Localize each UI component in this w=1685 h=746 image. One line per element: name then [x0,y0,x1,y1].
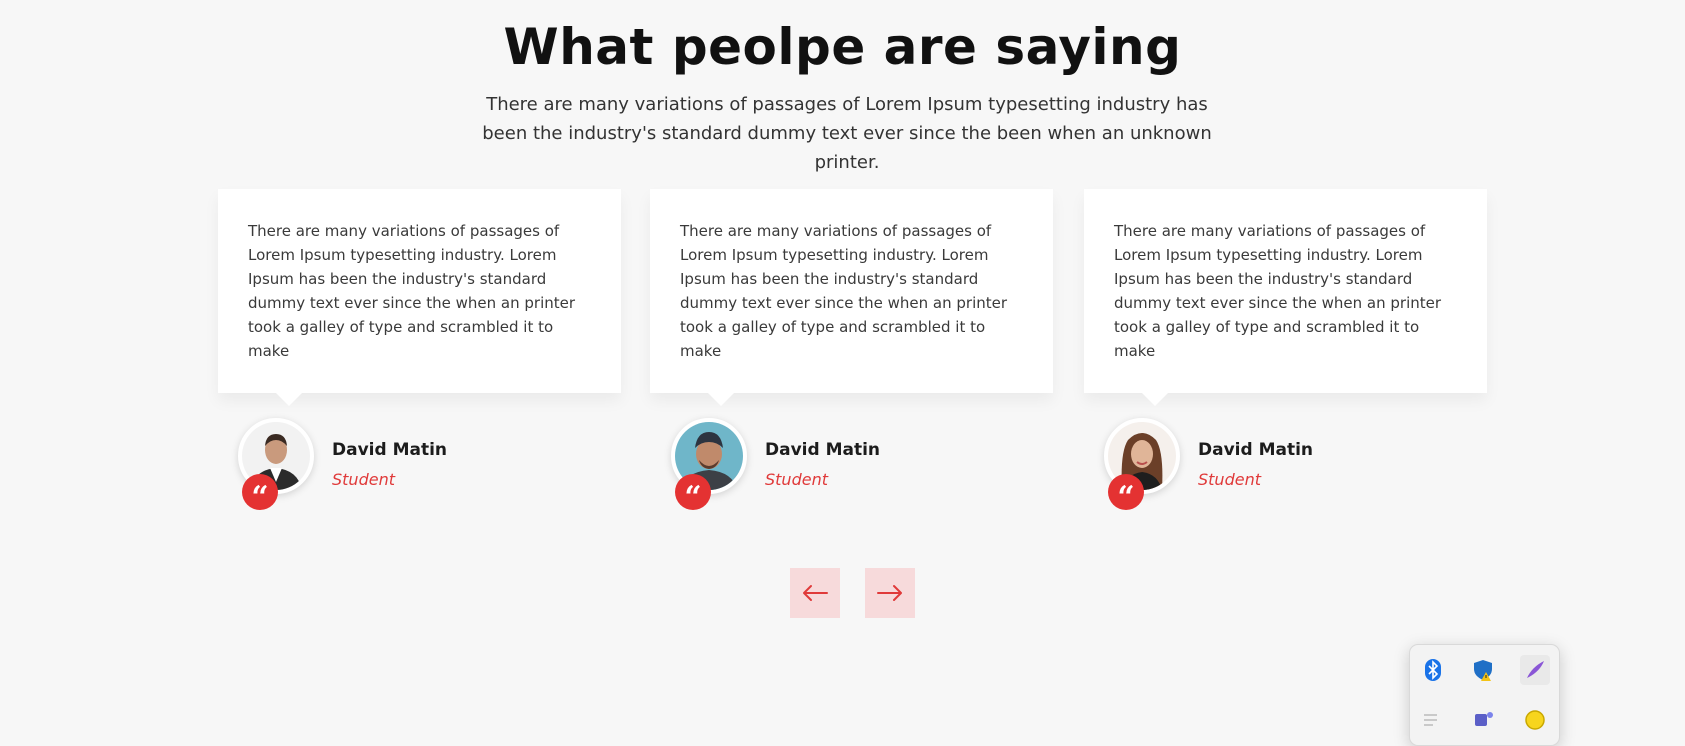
system-tray-popup [1409,644,1560,746]
pen-feather-icon[interactable] [1520,655,1550,685]
author-name: David Matin [765,440,881,460]
windows-security-warning-icon[interactable] [1469,655,1499,685]
quote-icon: “ [675,474,711,513]
quote-icon: “ [1108,474,1144,513]
arrow-right-icon [877,585,902,601]
testimonial-card-2: There are many variations of passages of… [650,189,1053,406]
testimonial-text: There are many variations of passages of… [248,222,576,360]
prev-button[interactable] [790,568,840,618]
author-role: Student [1198,470,1261,489]
bluetooth-icon[interactable] [1418,655,1448,685]
teams-icon[interactable] [1469,705,1499,735]
list-icon[interactable] [1418,705,1448,735]
coin-p-icon[interactable] [1520,705,1550,735]
next-button[interactable] [865,568,915,618]
testimonial-author-1: “ David Matin Student [238,418,538,513]
quote-icon: “ [242,474,278,513]
testimonial-text: There are many variations of passages of… [1114,222,1442,360]
section-title: What peolpe are saying [503,18,1182,76]
testimonial-author-2: “ David Matin Student [671,418,971,513]
section-subtitle: There are many variations of passages of… [482,94,1212,173]
testimonial-card-1: There are many variations of passages of… [218,189,621,406]
author-name: David Matin [332,440,448,460]
testimonial-card-3: There are many variations of passages of… [1084,189,1487,406]
author-role: Student [765,470,828,489]
author-role: Student [332,470,395,489]
arrow-left-icon [803,585,828,601]
testimonial-text: There are many variations of passages of… [680,222,1008,360]
author-name: David Matin [1198,440,1314,460]
testimonial-author-3: “ David Matin Student [1104,418,1404,513]
